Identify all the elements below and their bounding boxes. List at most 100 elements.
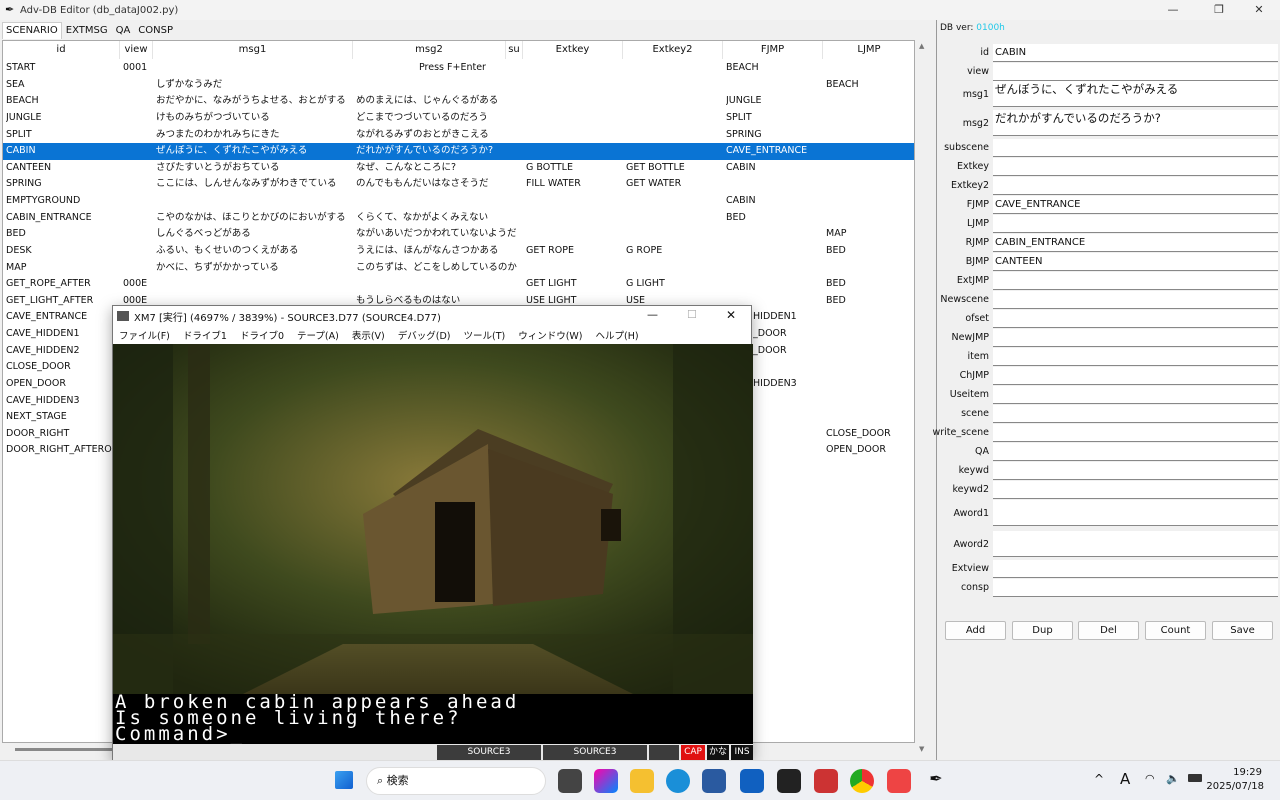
count-button[interactable]: Count <box>1145 621 1206 640</box>
title-bar: ✒ Adv-DB Editor (db_dataJ002.py) — ❐ ✕ <box>0 0 1280 20</box>
xm7-close-button[interactable]: ✕ <box>726 308 736 322</box>
cell-msg1: けものみちがつづいている <box>156 111 270 123</box>
search-box[interactable]: ⌕ 検索 <box>366 767 546 795</box>
add-button[interactable]: Add <box>945 621 1006 640</box>
del-button[interactable]: Del <box>1078 621 1139 640</box>
xm7-menu-item[interactable]: ツール(T) <box>463 328 505 342</box>
xm7-menu-item[interactable]: テープ(A) <box>297 328 339 342</box>
xm7-menu-item[interactable]: ドライブ1 <box>183 328 227 342</box>
column-header-view[interactable]: view <box>120 41 153 59</box>
field-id[interactable]: CABIN <box>993 44 1278 62</box>
clock-date[interactable]: 2025/07/18 <box>1206 781 1264 792</box>
field-rjmp[interactable]: CABIN_ENTRANCE <box>993 234 1278 252</box>
field-scene[interactable] <box>993 405 1278 423</box>
store-icon[interactable] <box>702 769 726 793</box>
field-bjmp[interactable]: CANTEEN <box>993 253 1278 271</box>
field-qa[interactable] <box>993 443 1278 461</box>
field-subscene[interactable] <box>993 139 1278 157</box>
battery-icon[interactable] <box>1188 774 1202 782</box>
column-header-FJMP[interactable]: FJMP <box>723 41 823 59</box>
outlook-icon[interactable] <box>740 769 764 793</box>
table-row[interactable]: GET_ROPE_AFTER 000E GET LIGHT G LIGHT BED <box>3 276 914 293</box>
volume-icon[interactable]: 🔈 <box>1166 772 1180 785</box>
table-row[interactable]: DESK ふるい、もくせいのつくえがある うえには、ほんがなんさつかある GET RO… <box>3 243 914 260</box>
field-extkey2[interactable] <box>993 177 1278 195</box>
column-header-msg1[interactable]: msg1 <box>153 41 353 59</box>
cell-LJMP: BED <box>826 278 846 290</box>
start-icon[interactable] <box>335 771 353 789</box>
field-keywd2[interactable] <box>993 481 1278 499</box>
xm7-maximize-button[interactable]: ☐ <box>687 308 697 321</box>
field-chjmp[interactable] <box>993 367 1278 385</box>
file-explorer-icon[interactable] <box>630 769 654 793</box>
table-row[interactable]: SPLIT みつまたのわかれみちにきた ながれるみずのおとがきこえる SPRING <box>3 127 914 144</box>
field-consp[interactable] <box>993 579 1278 597</box>
minimize-button[interactable]: — <box>1150 0 1196 20</box>
table-row[interactable]: CABIN_ENTRANCE こやのなかは、ほこりとかびのにおいがする くらくて、な… <box>3 210 914 227</box>
xm7-taskbar-icon[interactable] <box>814 769 838 793</box>
field-msg2[interactable]: だれかがすんでいるのだろうか? <box>993 110 1278 136</box>
column-header-Extkey[interactable]: Extkey <box>523 41 623 59</box>
app-icon[interactable] <box>887 769 911 793</box>
tab-scenario[interactable]: SCENARIO <box>2 22 62 39</box>
field-newscene[interactable] <box>993 291 1278 309</box>
edge-icon[interactable] <box>666 769 690 793</box>
field-extview[interactable] <box>993 560 1278 578</box>
field-extkey[interactable] <box>993 158 1278 176</box>
xm7-menu-item[interactable]: デバッグ(D) <box>398 328 451 342</box>
vertical-scrollbar[interactable]: ▲ ▼ <box>917 40 929 760</box>
cell-id: CABIN <box>6 145 36 157</box>
table-row[interactable]: EMPTYGROUND CABIN <box>3 193 914 210</box>
field-useitem[interactable] <box>993 386 1278 404</box>
table-row[interactable]: MAP かべに、ちずがかかっている このちずは、どこをしめしているのか <box>3 260 914 277</box>
field-view[interactable] <box>993 63 1278 81</box>
chrome-icon[interactable] <box>850 769 874 793</box>
field-write_scene[interactable] <box>993 424 1278 442</box>
tab-extmsg[interactable]: EXTMSG <box>62 22 112 39</box>
field-msg1[interactable]: ぜんぼうに、くずれたこやがみえる <box>993 81 1278 107</box>
field-ofset[interactable] <box>993 310 1278 328</box>
column-header-id[interactable]: id <box>3 41 120 59</box>
terminal-icon[interactable] <box>777 769 801 793</box>
column-header-su[interactable]: su <box>506 41 523 59</box>
xm7-minimize-button[interactable]: — <box>647 308 658 321</box>
column-header-Extkey2[interactable]: Extkey2 <box>623 41 723 59</box>
field-newjmp[interactable] <box>993 329 1278 347</box>
dup-button[interactable]: Dup <box>1012 621 1073 640</box>
field-keywd[interactable] <box>993 462 1278 480</box>
ime-indicator[interactable]: A <box>1120 770 1130 788</box>
chevron-up-icon[interactable]: ^ <box>1094 772 1104 786</box>
clock-time[interactable]: 19:29 <box>1233 767 1262 778</box>
field-extjmp[interactable] <box>993 272 1278 290</box>
table-row[interactable]: CANTEEN さびたすいとうがおちている なぜ、こんなところに? G BOTTLE G… <box>3 160 914 177</box>
task-view-icon[interactable] <box>558 769 582 793</box>
field-item[interactable] <box>993 348 1278 366</box>
table-row[interactable]: SEA しずかなうみだ BEACH <box>3 77 914 94</box>
horizontal-scrollbar[interactable] <box>15 748 115 751</box>
table-row[interactable]: JUNGLE けものみちがつづいている どこまでつづいているのだろう SPLIT <box>3 110 914 127</box>
save-button[interactable]: Save <box>1212 621 1273 640</box>
xm7-menu-item[interactable]: ヘルプ(H) <box>596 328 639 342</box>
emulator-screen[interactable]: A broken cabin appears ahead Is someone l… <box>113 344 753 744</box>
python-feather-icon[interactable]: ✒ <box>924 769 948 793</box>
xm7-menu-item[interactable]: ドライブ0 <box>240 328 284 342</box>
field-aword1[interactable] <box>993 500 1278 526</box>
column-header-msg2[interactable]: msg2 <box>353 41 506 59</box>
field-aword2[interactable] <box>993 531 1278 557</box>
table-row[interactable]: BED しんぐるべっどがある ながいあいだつかわれていないようだ MAP <box>3 226 914 243</box>
xm7-menu-item[interactable]: 表示(V) <box>352 328 385 342</box>
tab-consp[interactable]: CONSP <box>134 22 177 39</box>
table-row[interactable]: START 0001 Press F+Enter BEACH <box>3 60 914 77</box>
field-ljmp[interactable] <box>993 215 1278 233</box>
tab-qa[interactable]: QA <box>112 22 135 39</box>
column-header-LJMP[interactable]: LJMP <box>823 41 914 59</box>
xm7-menu-item[interactable]: ファイル(F) <box>119 328 170 342</box>
table-row[interactable]: CABIN ぜんぼうに、くずれたこやがみえる だれかがすんでいるのだろうか? CAVE… <box>3 143 914 160</box>
field-fjmp[interactable]: CAVE_ENTRANCE <box>993 196 1278 214</box>
close-button[interactable]: ✕ <box>1236 0 1280 20</box>
xm7-menu-item[interactable]: ウィンドウ(W) <box>518 328 582 342</box>
wifi-icon[interactable]: ◠ <box>1145 772 1155 785</box>
table-row[interactable]: SPRING ここには、しんせんなみずがわきでている のんでももんだいはなさそうだ F… <box>3 176 914 193</box>
table-row[interactable]: BEACH おだやかに、なみがうちよせる、おとがする めのまえには、じゃんぐるがある… <box>3 93 914 110</box>
copilot-icon[interactable] <box>594 769 618 793</box>
